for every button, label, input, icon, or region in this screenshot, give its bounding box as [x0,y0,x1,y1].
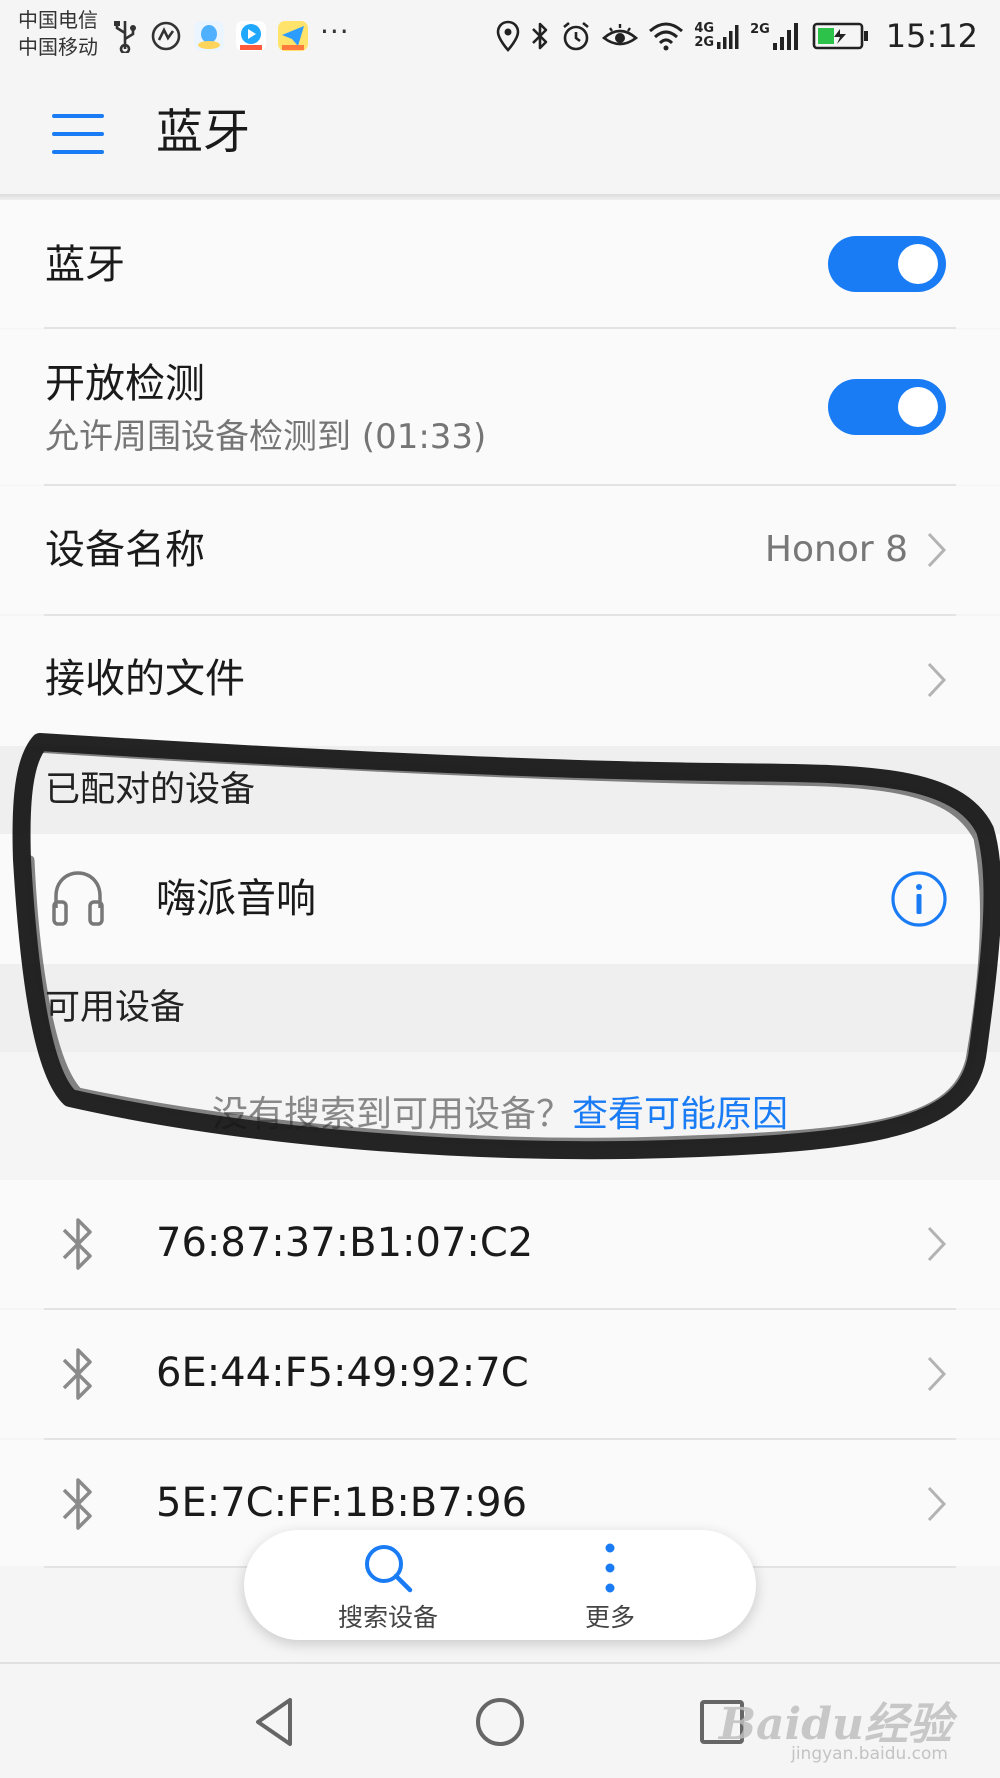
more-notifications-icon: ··· [320,14,350,48]
baidu-jingyan-watermark: Baidu经验 [718,1699,952,1750]
search-devices-label: 搜索设备 [337,1603,438,1632]
system-icons: 4G 2G 2G 15:12 [496,12,978,60]
signal-1-icon: 4G 2G [694,22,740,50]
paired-device-name: 嗨派音响 [156,876,316,922]
app-bar: 蓝牙 [0,76,1000,196]
search-devices-button[interactable]: 搜索设备 [298,1530,478,1640]
alarm-icon [560,20,592,52]
more-label: 更多 [584,1603,635,1632]
paired-devices-header: 已配对的设备 [0,746,1000,834]
back-icon[interactable] [244,1690,308,1754]
bluetooth-label: 蓝牙 [45,242,125,288]
notification-icons: ··· [112,14,350,58]
visibility-switch[interactable] [828,379,946,435]
video-app-icon [236,21,266,51]
switch-knob [898,387,938,427]
usb-icon [112,19,138,53]
status-bar: 中国电信 中国移动 ··· 4G 2G 2G 15:12 [0,0,1000,76]
no-devices-hint: 没有搜索到可用设备？查看可能原因 [0,1090,1000,1140]
chevron-right-icon [927,1486,947,1522]
paired-devices-title: 已配对的设备 [45,770,256,810]
carrier-labels: 中国电信 中国移动 [18,7,98,61]
bottom-action-bar: 搜索设备 更多 [244,1530,756,1640]
received-files-row[interactable]: 接收的文件 [0,616,1000,746]
carrier-2: 中国移动 [18,35,98,59]
bluetooth-icon [62,1348,92,1400]
chevron-right-icon [927,1226,947,1262]
chevron-right-icon [927,662,947,698]
available-device-name: 76:87:37:B1:07:C2 [156,1220,534,1266]
visibility-sublabel: 允许周围设备检测到 (01:33) [45,417,487,457]
received-files-label: 接收的文件 [45,656,245,702]
paired-device-row[interactable]: 嗨派音响 [0,834,1000,964]
visibility-toggle-row[interactable]: 开放检测 允许周围设备检测到 (01:33) [0,329,1000,485]
switch-knob [898,244,938,284]
visibility-label: 开放检测 [45,361,205,407]
bluetooth-switch[interactable] [828,236,946,292]
more-button[interactable]: 更多 [520,1530,700,1640]
available-device-name: 6E:44:F5:49:92:7C [156,1350,529,1396]
battery-charging-icon [812,21,870,51]
network-type-1b: 2G [694,35,715,50]
bluetooth-icon [62,1478,92,1530]
eye-comfort-icon [602,22,639,50]
device-name-value: Honor 8 [764,529,908,570]
available-device-name: 5E:7C:FF:1B:B7:96 [156,1480,528,1526]
carrier-1: 中国电信 [18,8,98,32]
chevron-right-icon [927,532,947,568]
clock: 15:12 [885,17,978,55]
search-icon [365,1545,413,1593]
paper-plane-app-icon [278,21,308,51]
app-notification-icon [150,20,182,52]
wifi-icon [648,21,684,51]
available-device-row[interactable]: 6E:44:F5:49:92:7C [0,1310,1000,1438]
headphones-icon [52,871,104,926]
bluetooth-status-icon [530,20,550,52]
available-devices-title: 可用设备 [45,988,186,1028]
info-icon[interactable] [890,870,948,928]
qq-icon [194,21,224,51]
bluetooth-icon [62,1218,92,1270]
bluetooth-toggle-row[interactable]: 蓝牙 [0,200,1000,328]
chevron-right-icon [927,1356,947,1392]
network-type-2: 2G [750,22,770,37]
no-devices-text: 没有搜索到可用设备？ [211,1094,572,1135]
watermark-url: jingyan.baidu.com [791,1744,948,1764]
device-name-row[interactable]: 设备名称 Honor 8 [0,486,1000,614]
available-device-row[interactable]: 76:87:37:B1:07:C2 [0,1180,1000,1308]
signal-2-icon: 2G [750,21,802,51]
available-devices-header: 可用设备 [0,964,1000,1052]
device-name-label: 设备名称 [45,527,205,573]
network-type-1: 4G [694,21,715,36]
location-icon [496,20,520,52]
hamburger-menu-icon[interactable] [52,114,104,156]
page-title: 蓝牙 [156,105,250,160]
more-vertical-icon [605,1543,615,1593]
possible-reasons-link[interactable]: 查看可能原因 [572,1094,788,1135]
home-icon[interactable] [468,1690,532,1754]
